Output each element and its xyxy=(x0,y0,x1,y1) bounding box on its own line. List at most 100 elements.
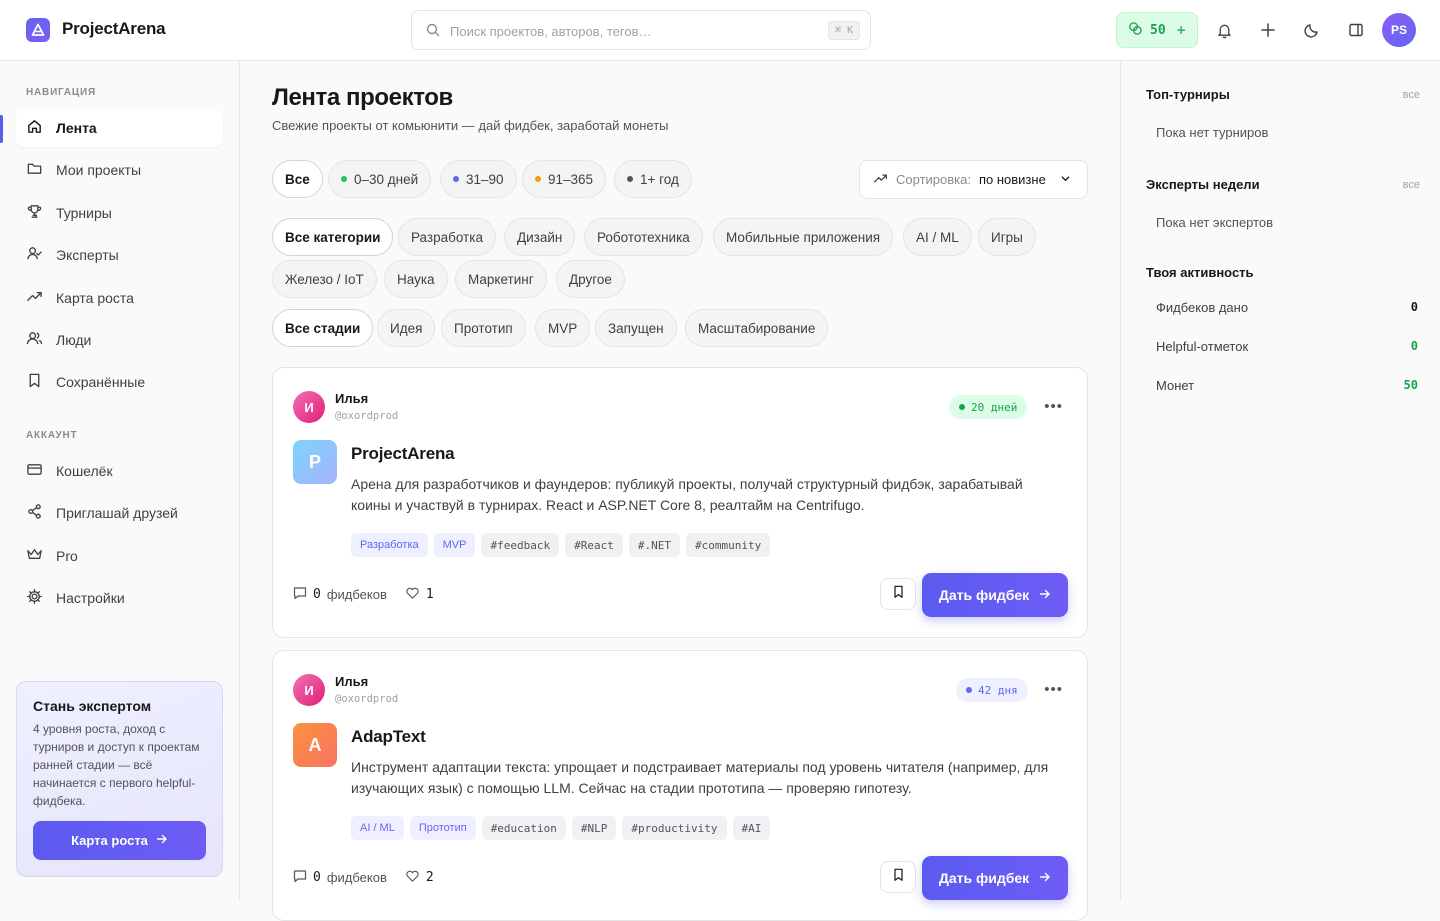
stage-prototype[interactable]: Прототип xyxy=(441,309,526,347)
sidebar-item-pro[interactable]: Pro xyxy=(16,537,223,575)
active-indicator xyxy=(0,115,3,143)
age-filter-1-year[interactable]: 1+ год xyxy=(614,160,692,198)
page-subtitle: Свежие проекты от комьюнити — дай фидбек… xyxy=(272,118,669,133)
author-name[interactable]: Илья xyxy=(335,674,368,689)
chip-label: MVP xyxy=(548,320,578,336)
sidebar-item-growth-map[interactable]: Карта роста xyxy=(16,279,223,317)
chip-label: Идея xyxy=(390,320,423,336)
age-badge: 42 дня xyxy=(956,678,1028,702)
more-options-icon[interactable]: ••• xyxy=(1044,681,1063,698)
category-ai-ml[interactable]: AI / ML xyxy=(903,218,972,256)
stage-tag[interactable]: Прототип xyxy=(409,816,476,840)
category-all[interactable]: Все категории xyxy=(272,218,394,256)
user-avatar[interactable]: PS xyxy=(1382,13,1416,47)
project-card[interactable]: И Илья @oxordprod 20 дней ••• P ProjectA… xyxy=(272,367,1088,638)
search-box[interactable]: ⌘ K xyxy=(411,10,871,50)
category-games[interactable]: Игры xyxy=(978,218,1036,256)
stage-all[interactable]: Все стадии xyxy=(272,309,374,347)
category-tag[interactable]: AI / ML xyxy=(351,816,404,840)
author-name[interactable]: Илья xyxy=(335,391,368,406)
promo-text: 4 уровня роста, доход с турниров и досту… xyxy=(33,722,200,808)
sidebar-item-my-projects[interactable]: Мои проекты xyxy=(16,151,223,189)
button-label: Дать фидбек xyxy=(938,870,1030,886)
panel-toggle-icon[interactable] xyxy=(1345,19,1367,41)
sidebar-item-experts[interactable]: Эксперты xyxy=(16,236,223,274)
heart-icon[interactable] xyxy=(405,869,420,886)
status-dot xyxy=(627,176,633,182)
project-title[interactable]: ProjectArena xyxy=(351,444,455,464)
category-tag[interactable]: Разработка xyxy=(351,533,428,557)
hashtag[interactable]: #AI xyxy=(732,816,771,840)
hashtag[interactable]: #community xyxy=(685,533,771,557)
hashtag[interactable]: #React xyxy=(565,533,623,557)
card-stats: 0 фидбеков 2 xyxy=(293,869,434,886)
sidebar-item-invite[interactable]: Приглашай друзей xyxy=(16,494,223,532)
stage-mvp[interactable]: MVP xyxy=(535,309,591,347)
author-avatar[interactable]: И xyxy=(293,674,325,706)
category-mobile[interactable]: Мобильные приложения xyxy=(713,218,894,256)
category-hardware[interactable]: Железо / IoT xyxy=(272,260,377,298)
heart-icon[interactable] xyxy=(405,586,420,603)
more-options-icon[interactable]: ••• xyxy=(1044,398,1063,415)
crown-icon xyxy=(26,546,43,566)
stage-launched[interactable]: Запущен xyxy=(595,309,677,347)
bookmark-button[interactable] xyxy=(880,578,916,610)
growth-map-button[interactable]: Карта роста xyxy=(33,821,206,860)
project-title[interactable]: AdapText xyxy=(351,727,426,747)
chip-label: Мобильные приложения xyxy=(726,229,881,245)
chip-label: Дизайн xyxy=(517,229,563,245)
hashtag[interactable]: #feedback xyxy=(481,533,560,557)
sidebar-item-saved[interactable]: Сохранённые xyxy=(16,363,223,401)
arrow-right-icon xyxy=(1039,870,1051,886)
category-robotics[interactable]: Робототехника xyxy=(584,218,703,256)
brand-name[interactable]: ProjectArena xyxy=(62,19,166,39)
chip-label: 31–90 xyxy=(466,171,504,187)
category-marketing[interactable]: Маркетинг xyxy=(455,260,547,298)
age-filter-91-365[interactable]: 91–365 xyxy=(522,160,607,198)
tournaments-see-all-link[interactable]: все xyxy=(1403,89,1420,101)
age-filter-31-90[interactable]: 31–90 xyxy=(440,160,517,198)
plus-icon[interactable] xyxy=(1257,19,1279,41)
chip-label: Прототип xyxy=(454,320,513,336)
bell-icon[interactable] xyxy=(1213,19,1235,41)
age-filter-0-30[interactable]: 0–30 дней xyxy=(328,160,432,198)
stage-scaling[interactable]: Масштабирование xyxy=(685,309,829,347)
sidebar-item-settings[interactable]: Настройки xyxy=(16,579,223,617)
sidebar-item-label: Мои проекты xyxy=(56,162,142,178)
logo-icon[interactable] xyxy=(26,18,50,42)
hashtag[interactable]: #education xyxy=(481,816,566,840)
category-design[interactable]: Дизайн xyxy=(504,218,576,256)
like-count: 2 xyxy=(425,870,434,885)
category-science[interactable]: Наука xyxy=(384,260,448,298)
sidebar-item-people[interactable]: Люди xyxy=(16,321,223,359)
search-input[interactable] xyxy=(450,20,820,42)
category-dev[interactable]: Разработка xyxy=(398,218,496,256)
moon-icon[interactable] xyxy=(1301,19,1323,41)
bookmark-button[interactable] xyxy=(880,861,916,893)
sidebar-item-feed[interactable]: Лента xyxy=(16,109,223,147)
chip-label: Все xyxy=(285,171,310,187)
like-count: 1 xyxy=(425,587,434,602)
give-feedback-button[interactable]: Дать фидбек xyxy=(922,856,1068,900)
feedback-count: 0 xyxy=(313,587,321,602)
age-badge: 20 дней xyxy=(949,395,1028,419)
hashtag[interactable]: #productivity xyxy=(622,816,727,840)
search-shortcut: ⌘ K xyxy=(827,21,860,40)
experts-see-all-link[interactable]: все xyxy=(1403,179,1420,191)
coins-button[interactable]: 50 + xyxy=(1116,12,1198,48)
sort-dropdown[interactable]: Сортировка: по новизне xyxy=(859,160,1088,199)
sidebar-item-label: Эксперты xyxy=(56,247,119,263)
tag-list: Разработка MVP #feedback #React #.NET #c… xyxy=(351,533,771,557)
stage-tag[interactable]: MVP xyxy=(433,533,476,557)
stage-idea[interactable]: Идея xyxy=(377,309,436,347)
hashtag[interactable]: #NLP xyxy=(571,816,617,840)
give-feedback-button[interactable]: Дать фидбек xyxy=(922,573,1068,617)
sidebar-item-wallet[interactable]: Кошелёк xyxy=(16,452,223,490)
project-card[interactable]: И Илья @oxordprod 42 дня ••• A AdapText … xyxy=(272,650,1088,921)
sidebar-item-label: Турниры xyxy=(56,205,112,221)
age-filter-all[interactable]: Все xyxy=(272,160,323,198)
sidebar-item-tournaments[interactable]: Турниры xyxy=(16,194,223,232)
author-avatar[interactable]: И xyxy=(293,391,325,423)
category-other[interactable]: Другое xyxy=(556,260,625,298)
hashtag[interactable]: #.NET xyxy=(628,533,680,557)
